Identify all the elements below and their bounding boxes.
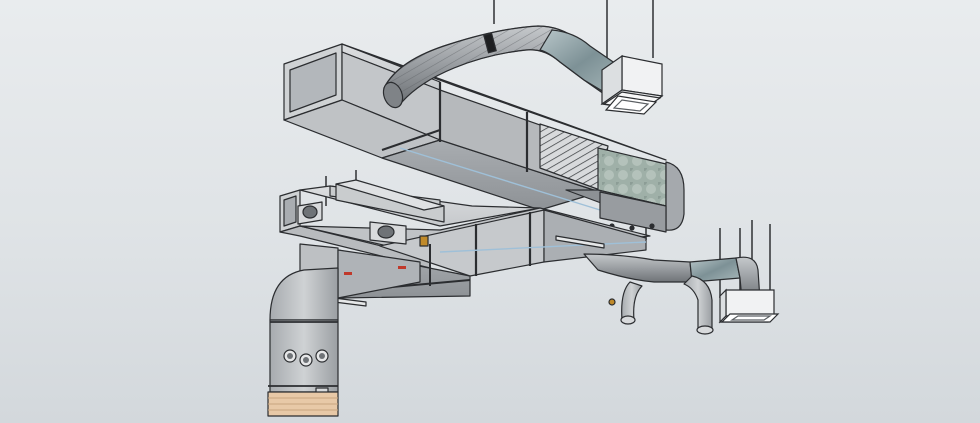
ceiling-square-diffuser-lower [718, 288, 780, 324]
duct-elbow-riser [267, 267, 339, 417]
red-tag [344, 272, 352, 275]
hvac-ductwork-scene [267, 0, 780, 417]
ceiling-square-diffuser-upper [600, 54, 664, 115]
square-diffuser-face [720, 313, 780, 323]
red-tag [398, 266, 406, 269]
